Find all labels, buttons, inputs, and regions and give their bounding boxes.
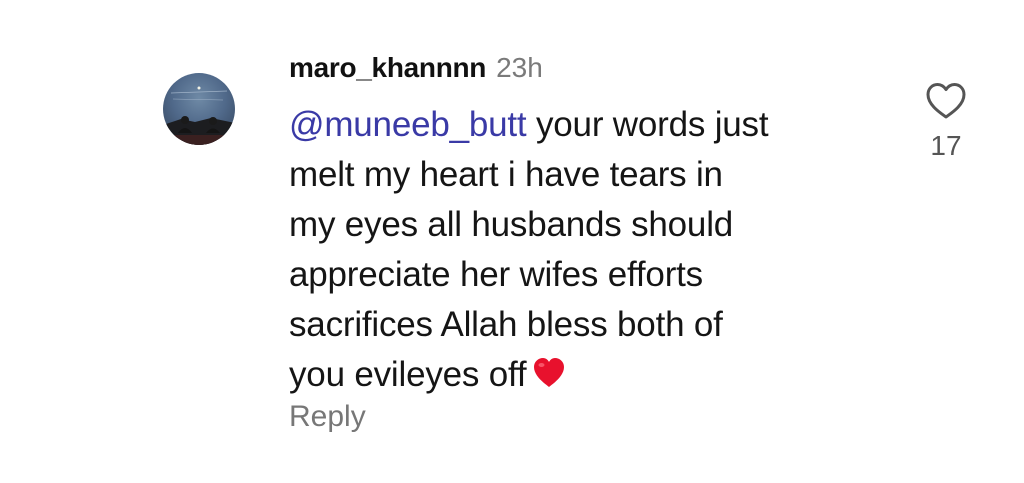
- comment-text-line: my eyes all husbands should: [289, 205, 734, 244]
- heart-outline-icon[interactable]: [925, 82, 967, 120]
- red-heart-emoji: [532, 353, 566, 403]
- avatar[interactable]: [163, 73, 235, 145]
- comment-text-line: your words just: [526, 105, 769, 144]
- timestamp: 23h: [496, 52, 543, 83]
- comment-text-line: melt my heart i have tears in: [289, 155, 723, 194]
- comment-text-line: appreciate her wifes efforts: [289, 255, 703, 294]
- comment-line-6: you evileyes off: [289, 350, 849, 403]
- avatar-photo-image: [163, 86, 235, 145]
- mention-link[interactable]: @muneeb_butt: [289, 105, 527, 144]
- comment-line-1: @muneeb_butt your words just: [289, 100, 849, 150]
- comment-text-line: you evileyes off: [289, 355, 527, 394]
- like-count: 17: [930, 130, 962, 161]
- like-button[interactable]: 17: [920, 82, 972, 162]
- reply-button[interactable]: Reply: [289, 400, 366, 434]
- username[interactable]: maro_khannnn: [289, 52, 486, 84]
- comment-text: @muneeb_butt your words just melt my hea…: [289, 100, 849, 403]
- comment-text-line: sacrifices Allah bless both of: [289, 305, 723, 344]
- comment: maro_khannnn 23h @muneeb_butt your words…: [0, 0, 1024, 483]
- comment-header: maro_khannnn 23h: [289, 52, 543, 92]
